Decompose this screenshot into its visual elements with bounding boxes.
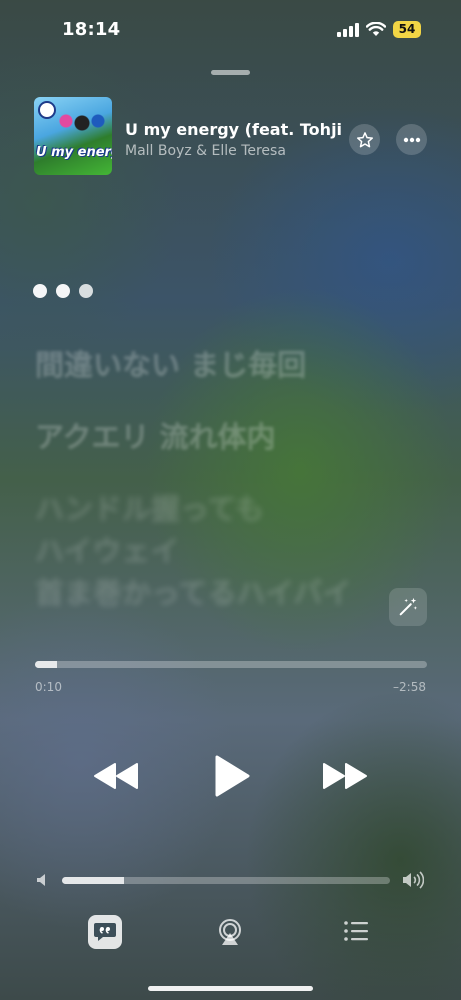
sheet-grabber[interactable] bbox=[211, 70, 250, 75]
favorite-button[interactable] bbox=[349, 124, 380, 155]
more-button[interactable] bbox=[396, 124, 427, 155]
rewind-button[interactable] bbox=[92, 756, 140, 796]
elapsed-time: 0:10 bbox=[35, 680, 62, 694]
track-artist[interactable]: Mall Boyz & Elle Teresa bbox=[125, 143, 286, 159]
album-artwork[interactable]: U my energy bbox=[34, 97, 112, 175]
lyric-line[interactable]: アクエリ 流れ体内 bbox=[35, 414, 276, 456]
interlude-dot bbox=[56, 284, 70, 298]
quote-bubble-icon bbox=[94, 923, 116, 941]
battery-indicator: 54 bbox=[393, 21, 421, 38]
volume-slider[interactable] bbox=[62, 877, 390, 884]
track-title: U my energy (feat. Tohji & bbox=[125, 120, 345, 139]
artwork-title: U my energy bbox=[36, 145, 112, 160]
wifi-icon bbox=[366, 22, 386, 36]
playback-progress-fill bbox=[35, 661, 57, 668]
list-icon[interactable] bbox=[343, 920, 369, 942]
play-icon bbox=[215, 755, 250, 797]
volume-low-icon bbox=[37, 874, 45, 886]
cellular-signal-icon bbox=[337, 22, 359, 37]
lyric-line[interactable]: 首ま巻かってるハイバイ bbox=[35, 570, 351, 612]
lyrics-interlude-indicator bbox=[33, 284, 93, 298]
lyric-line[interactable]: ハイウェイ bbox=[35, 528, 179, 570]
play-button[interactable] bbox=[210, 752, 254, 800]
interlude-dot bbox=[33, 284, 47, 298]
playback-scrubber[interactable] bbox=[35, 661, 427, 668]
forward-icon bbox=[323, 763, 367, 789]
interlude-dot bbox=[79, 284, 93, 298]
forward-button[interactable] bbox=[321, 756, 369, 796]
status-icons: 54 bbox=[337, 21, 421, 38]
volume-level-fill bbox=[62, 877, 125, 884]
lyric-line[interactable]: 間違いない まじ毎回 bbox=[35, 342, 306, 384]
airplay-icon[interactable] bbox=[216, 918, 244, 946]
status-time: 18:14 bbox=[62, 19, 121, 40]
star-icon bbox=[356, 131, 373, 147]
backward-icon bbox=[94, 763, 138, 789]
transport-controls bbox=[0, 748, 461, 804]
remaining-time: –2:58 bbox=[393, 680, 426, 694]
lyrics-button[interactable] bbox=[88, 915, 122, 949]
artwork-figures bbox=[56, 111, 108, 141]
lyric-line[interactable]: ハンドル握っても bbox=[35, 486, 264, 528]
magic-wand-icon bbox=[399, 597, 418, 616]
ellipsis-icon bbox=[403, 137, 420, 142]
volume-high-icon bbox=[403, 871, 424, 889]
transcribe-button[interactable] bbox=[389, 588, 427, 626]
artwork-logo bbox=[38, 101, 56, 119]
home-indicator[interactable] bbox=[148, 986, 313, 991]
